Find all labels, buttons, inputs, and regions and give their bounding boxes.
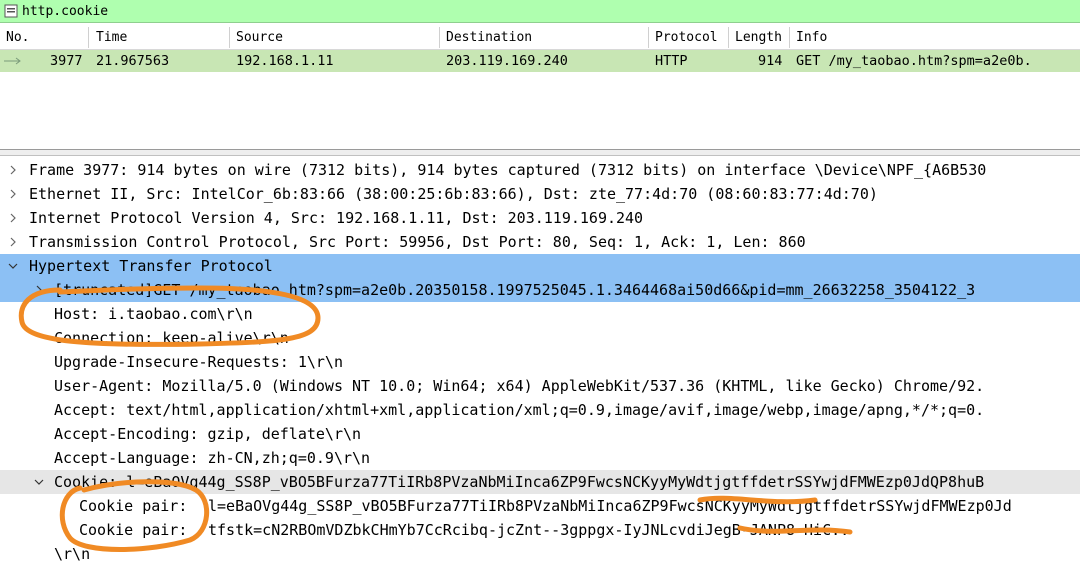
- tree-item-label: User-Agent: Mozilla/5.0 (Windows NT 10.0…: [54, 377, 985, 395]
- tree-item-label: Accept: text/html,application/xhtml+xml,…: [54, 401, 985, 419]
- cookie-pair-label: Cookie pair:: [79, 521, 188, 539]
- tree-item-label: Frame 3977: 914 bytes on wire (7312 bits…: [29, 161, 987, 179]
- packet-details-tree: Frame 3977: 914 bytes on wire (7312 bits…: [0, 156, 1080, 567]
- column-header-protocol[interactable]: Protocol: [655, 30, 718, 45]
- tree-item-label: Host: i.taobao.com\r\n: [54, 305, 253, 323]
- tree-item-cookie-pair-1[interactable]: Cookie pair: l=eBaOVg44g_SS8P_vBO5BFurza…: [0, 494, 1080, 518]
- display-filter-bar: [0, 0, 1080, 23]
- column-header-info[interactable]: Info: [796, 30, 827, 45]
- column-header-time[interactable]: Time: [96, 30, 127, 45]
- column-header-source[interactable]: Source: [236, 30, 283, 45]
- chevron-right-icon[interactable]: [34, 285, 44, 295]
- tree-item-label: Ethernet II, Src: IntelCor_6b:83:66 (38:…: [29, 185, 878, 203]
- tree-item-accept-language[interactable]: Accept-Language: zh-CN,zh;q=0.9\r\n: [0, 446, 1080, 470]
- cookie-pair-value: tfstk=cN2RBOmVDZbkCHmYb7CcRcibq-jcZnt--3…: [208, 521, 850, 539]
- tree-item-upgrade-insecure[interactable]: Upgrade-Insecure-Requests: 1\r\n: [0, 350, 1080, 374]
- chevron-right-icon[interactable]: [8, 165, 18, 175]
- column-header-destination[interactable]: Destination: [446, 30, 532, 45]
- packet-destination: 203.119.169.240: [446, 53, 568, 69]
- request-arrow-icon: [4, 57, 21, 65]
- packet-time: 21.967563: [96, 53, 170, 69]
- tree-item-label: Cookie: l=eBaOVg44g_SS8P_vBO5BFurza77TiI…: [54, 473, 985, 491]
- chevron-down-icon[interactable]: [34, 477, 44, 487]
- packet-row[interactable]: 3977 21.967563 192.168.1.11 203.119.169.…: [0, 50, 1080, 72]
- tree-item-frame[interactable]: Frame 3977: 914 bytes on wire (7312 bits…: [0, 158, 1080, 182]
- tree-item-label: Internet Protocol Version 4, Src: 192.16…: [29, 209, 644, 227]
- tree-item-label: Accept-Encoding: gzip, deflate\r\n: [54, 425, 362, 443]
- tree-item-label: Connection: keep-alive\r\n: [54, 329, 289, 347]
- tree-item-connection[interactable]: Connection: keep-alive\r\n: [0, 326, 1080, 350]
- tree-item-tcp[interactable]: Transmission Control Protocol, Src Port:…: [0, 230, 1080, 254]
- tree-item-ip[interactable]: Internet Protocol Version 4, Src: 192.16…: [0, 206, 1080, 230]
- display-filter-input[interactable]: [22, 2, 1072, 20]
- cookie-pair-value: l=eBaOVg44g_SS8P_vBO5BFurza77TiIRb8PVzaN…: [208, 497, 1012, 515]
- packet-info: GET /my_taobao.htm?spm=a2e0b.: [796, 53, 1032, 69]
- chevron-right-icon[interactable]: [8, 189, 18, 199]
- tree-item-host[interactable]: Host: i.taobao.com\r\n: [0, 302, 1080, 326]
- chevron-right-icon[interactable]: [8, 213, 18, 223]
- cookie-pair-label: Cookie pair:: [79, 497, 188, 515]
- tree-item-accept-encoding[interactable]: Accept-Encoding: gzip, deflate\r\n: [0, 422, 1080, 446]
- packet-no: 3977: [50, 53, 83, 69]
- packet-list-header: No. Time Source Destination Protocol Len…: [0, 27, 1080, 50]
- tree-item-accept[interactable]: Accept: text/html,application/xhtml+xml,…: [0, 398, 1080, 422]
- tree-item-label: Accept-Language: zh-CN,zh;q=0.9\r\n: [54, 449, 371, 467]
- tree-item-label: Upgrade-Insecure-Requests: 1\r\n: [54, 353, 343, 371]
- tree-item-cookie-pair-2[interactable]: Cookie pair: tfstk=cN2RBOmVDZbkCHmYb7CcR…: [0, 518, 1080, 542]
- tree-item-label: Transmission Control Protocol, Src Port:…: [29, 233, 806, 251]
- tree-item-crlf[interactable]: \r\n: [0, 542, 1080, 566]
- column-header-length[interactable]: Length: [735, 30, 782, 45]
- packet-list: No. Time Source Destination Protocol Len…: [0, 24, 1080, 150]
- packet-source: 192.168.1.11: [236, 53, 334, 69]
- packet-length: 914: [758, 53, 783, 69]
- tree-item-label: \r\n: [54, 545, 91, 563]
- tree-item-label: Hypertext Transfer Protocol: [29, 257, 273, 275]
- tree-item-user-agent[interactable]: User-Agent: Mozilla/5.0 (Windows NT 10.0…: [0, 374, 1080, 398]
- tree-item-cookie[interactable]: Cookie: l=eBaOVg44g_SS8P_vBO5BFurza77TiI…: [0, 470, 1080, 494]
- tree-item-ethernet[interactable]: Ethernet II, Src: IntelCor_6b:83:66 (38:…: [0, 182, 1080, 206]
- tree-item-http[interactable]: Hypertext Transfer Protocol: [0, 254, 1080, 278]
- tree-item-label: [truncated]GET /my_taobao.htm?spm=a2e0b.…: [54, 281, 976, 299]
- column-header-no[interactable]: No.: [6, 30, 29, 45]
- chevron-right-icon[interactable]: [8, 237, 18, 247]
- packet-protocol: HTTP: [655, 53, 688, 69]
- bookmark-icon[interactable]: [4, 4, 18, 18]
- tree-item-request-line[interactable]: [truncated]GET /my_taobao.htm?spm=a2e0b.…: [0, 278, 1080, 302]
- chevron-down-icon[interactable]: [8, 261, 18, 271]
